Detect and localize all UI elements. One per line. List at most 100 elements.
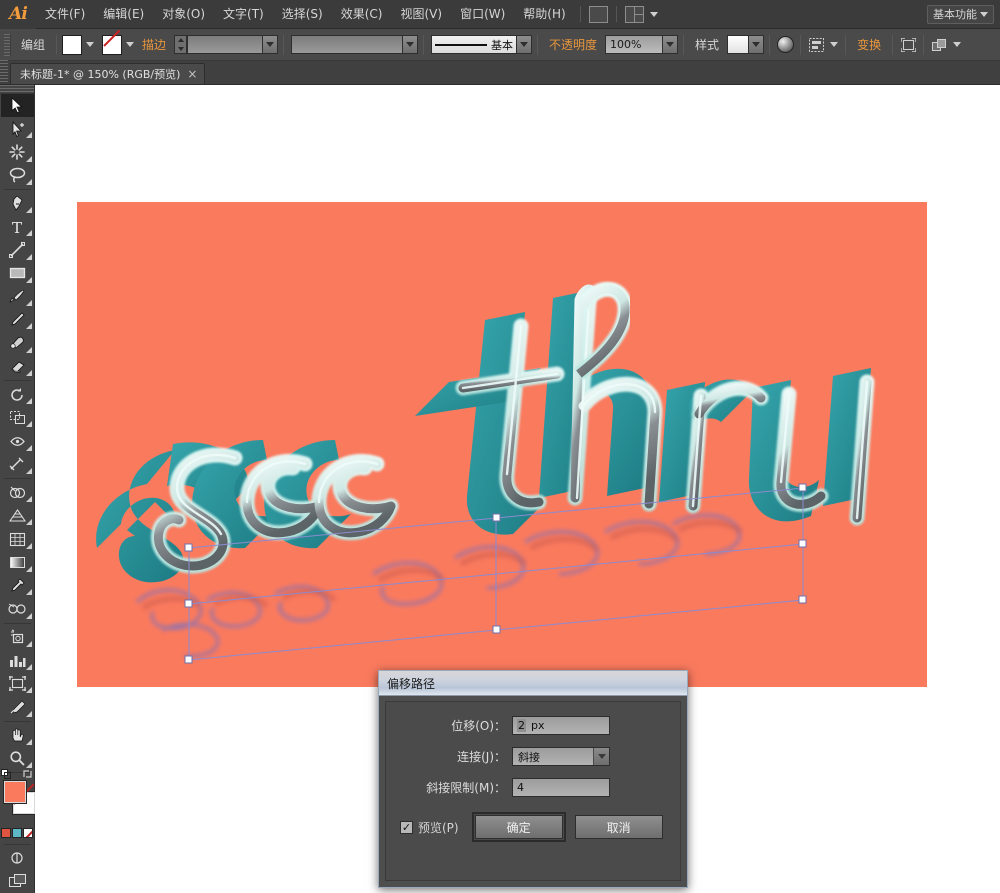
dialog-title-bar[interactable]: 偏移路径 [379, 671, 687, 696]
style-dropdown-icon[interactable] [749, 35, 765, 54]
artboard[interactable] [77, 202, 927, 687]
lasso-tool[interactable] [1, 164, 34, 187]
stroke-color-control[interactable] [102, 34, 136, 55]
slice-tool[interactable] [1, 695, 34, 718]
fill-dropdown-icon[interactable] [84, 36, 96, 54]
line-segment-tool[interactable] [1, 238, 34, 261]
stroke-weight-label[interactable]: 描边 [136, 36, 172, 53]
blend-tool[interactable] [1, 597, 34, 620]
tab-bar-grip[interactable] [0, 60, 8, 84]
eraser-tool[interactable] [1, 355, 34, 378]
hand-tool[interactable] [1, 724, 34, 747]
align-icon[interactable] [806, 35, 826, 54]
gradient-tool[interactable] [1, 551, 34, 574]
style-swatch[interactable] [727, 35, 750, 54]
menu-select[interactable]: 选择(S) [273, 0, 332, 29]
stroke-profile-control[interactable]: 基本 [431, 35, 533, 54]
color-mode-icon[interactable] [1, 827, 11, 838]
symbol-sprayer-tool[interactable] [1, 625, 34, 648]
arrange-objects-icon[interactable] [929, 35, 949, 54]
transparency-sphere-icon[interactable] [775, 35, 795, 54]
isolate-group-icon[interactable] [898, 35, 918, 54]
joins-select[interactable]: 斜接 [512, 747, 610, 766]
offset-path-dialog[interactable]: 偏移路径 位移(O)： 2 px 连接(J)： 斜接 斜接限制(M)： 4 ✓ … [378, 670, 688, 888]
opacity-control[interactable]: 100% [605, 35, 679, 54]
stroke-dropdown-icon[interactable] [124, 36, 136, 54]
artboard-tool[interactable] [1, 672, 34, 695]
stroke-swatch-none[interactable] [102, 34, 123, 55]
chevron-down-icon-joins[interactable] [593, 748, 609, 765]
preview-checkbox-group[interactable]: ✓ 预览(P) [400, 819, 459, 836]
menu-help[interactable]: 帮助(H) [514, 0, 574, 29]
style-control[interactable] [727, 35, 765, 54]
stroke-profile-dropdown-icon[interactable] [517, 35, 533, 54]
arrange-documents-icon[interactable] [624, 5, 644, 23]
menu-effect[interactable]: 效果(C) [332, 0, 392, 29]
fill-color-control[interactable] [62, 34, 96, 55]
document-tab[interactable]: 未标题-1* @ 150% (RGB/预览) × [10, 63, 206, 84]
rotate-tool[interactable] [1, 383, 34, 406]
miter-limit-input[interactable]: 4 [512, 778, 610, 797]
fill-swatch[interactable] [62, 34, 83, 55]
brush-definition-dropdown-icon[interactable] [403, 35, 419, 54]
paintbrush-tool[interactable] [1, 285, 34, 308]
perspective-grid-tool[interactable] [1, 504, 34, 527]
mesh-tool[interactable] [1, 527, 34, 550]
control-bar-grip[interactable] [4, 33, 11, 56]
none-mode-icon[interactable] [23, 827, 33, 838]
blob-brush-tool[interactable] [1, 331, 34, 354]
ok-button[interactable]: 确定 [471, 812, 566, 842]
fill-swatch-panel[interactable] [2, 780, 27, 804]
pen-tool[interactable] [1, 192, 34, 215]
menu-edit[interactable]: 编辑(E) [94, 0, 153, 29]
shape-builder-tool[interactable] [1, 481, 34, 504]
eyedropper-tool[interactable] [1, 574, 34, 597]
type-tool[interactable]: T [1, 215, 34, 238]
default-fill-stroke-icon[interactable] [0, 769, 12, 780]
menu-window[interactable]: 窗口(W) [451, 0, 514, 29]
align-dropdown-icon[interactable] [828, 36, 840, 54]
brush-definition-control[interactable] [291, 35, 419, 54]
chevron-down-icon-workspace[interactable] [980, 11, 988, 17]
menu-view[interactable]: 视图(V) [391, 0, 451, 29]
drawing-mode-icon[interactable] [1, 847, 34, 870]
swap-fill-stroke-icon[interactable] [22, 769, 33, 779]
style-label[interactable]: 样式 [689, 36, 725, 53]
stroke-profile-preview[interactable]: 基本 [431, 35, 518, 54]
opacity-dropdown-icon[interactable] [663, 35, 679, 54]
menu-file[interactable]: 文件(F) [36, 0, 94, 29]
magic-wand-tool[interactable] [1, 140, 34, 163]
stroke-weight-dropdown-icon[interactable] [263, 35, 279, 54]
width-tool[interactable] [1, 429, 34, 452]
stroke-weight-input[interactable] [187, 35, 264, 54]
menu-object[interactable]: 对象(O) [153, 0, 214, 29]
offset-input[interactable]: 2 px [512, 716, 610, 735]
arrange-dropdown-icon[interactable] [951, 36, 963, 54]
chevron-down-icon[interactable] [649, 11, 658, 17]
selection-tool[interactable] [0, 93, 34, 118]
menu-divider-2 [615, 6, 617, 22]
opacity-label[interactable]: 不透明度 [543, 36, 603, 53]
zoom-tool[interactable] [1, 747, 34, 770]
menu-type[interactable]: 文字(T) [214, 0, 273, 29]
rectangle-tool[interactable] [1, 262, 34, 285]
brush-definition-input[interactable] [291, 35, 404, 54]
stroke-weight-arrows[interactable] [174, 35, 188, 54]
bridge-icon[interactable] [588, 5, 608, 23]
direct-selection-tool[interactable] [1, 117, 34, 140]
free-transform-tool[interactable] [1, 453, 34, 476]
tools-panel-grip[interactable] [0, 85, 34, 94]
preview-checkbox[interactable]: ✓ [400, 820, 413, 834]
cancel-button[interactable]: 取消 [574, 815, 663, 839]
pencil-tool[interactable] [1, 308, 34, 331]
scale-tool[interactable] [1, 406, 34, 429]
transform-label[interactable]: 变换 [851, 36, 887, 53]
stroke-weight-stepper[interactable] [174, 35, 279, 54]
close-icon[interactable]: × [187, 68, 197, 80]
gradient-mode-icon[interactable] [12, 827, 22, 838]
workspace-switcher[interactable]: 基本功能 [927, 4, 994, 24]
screen-mode-icon[interactable] [1, 870, 34, 893]
column-graph-tool[interactable] [1, 649, 34, 672]
opacity-input[interactable]: 100% [605, 35, 664, 54]
document-tab-bar: 未标题-1* @ 150% (RGB/预览) × [0, 60, 1000, 85]
